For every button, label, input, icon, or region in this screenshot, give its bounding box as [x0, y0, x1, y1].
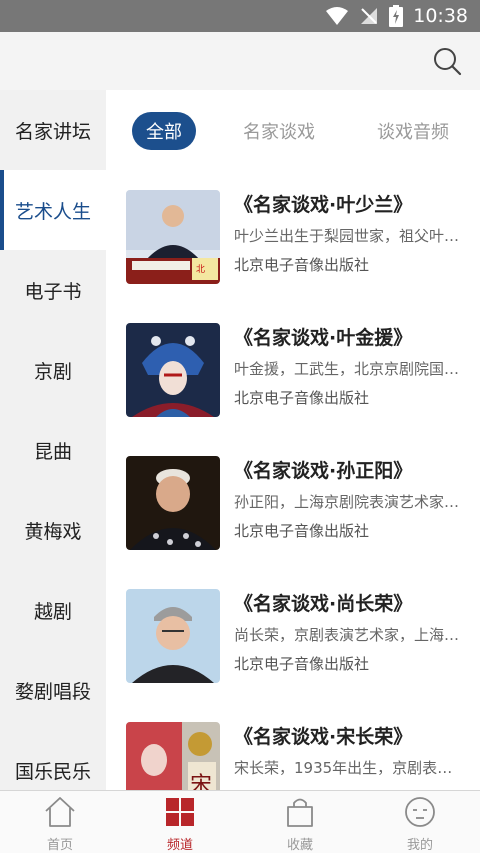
item-publisher: 北京电子音像出版社: [234, 655, 370, 673]
item-description: 宋长荣，1935年出生，京剧表演艺术家: [234, 759, 460, 777]
battery-charging-icon: [389, 5, 404, 27]
top-bar: [0, 32, 480, 90]
nav-mine[interactable]: 我的: [360, 791, 480, 853]
face-icon: [405, 797, 435, 827]
thumbnail-image: 宋: [126, 722, 220, 790]
sidebar-item-jingju[interactable]: 京剧: [0, 330, 106, 410]
item-title: 《名家谈戏·宋长荣》: [234, 726, 413, 748]
item-title: 《名家谈戏·叶金援》: [234, 327, 413, 349]
list-item[interactable]: 北 《名家谈戏·叶少兰》 叶少兰出生于梨园世家，祖父叶春善是富连成社创办人 北京…: [106, 188, 480, 321]
thumbnail-image: [126, 589, 220, 683]
item-description: 尚长荣，京剧表演艺术家，上海京剧院名誉院长: [234, 626, 460, 644]
status-icons: 10:38: [325, 0, 468, 32]
sidebar-item-wuju-changduan[interactable]: 婺剧唱段: [0, 650, 106, 730]
filter-tabs: 全部 名家谈戏 谈戏音频: [106, 90, 480, 172]
program-list: 北 《名家谈戏·叶少兰》 叶少兰出生于梨园世家，祖父叶春善是富连成社创办人 北京…: [106, 188, 480, 790]
tab-tanxi-audio[interactable]: 谈戏音频: [374, 112, 452, 150]
channel-grid-icon: [166, 798, 194, 826]
sidebar-item-huangmeixi[interactable]: 黄梅戏: [0, 490, 106, 570]
bag-icon: [287, 798, 313, 827]
sidebar-item-kunqu[interactable]: 昆曲: [0, 410, 106, 490]
item-description: 孙正阳，上海京剧院表演艺术家，工文丑: [234, 493, 460, 511]
main-content: 全部 名家谈戏 谈戏音频 北 《名家谈戏·叶少兰》 叶少兰出生于梨园世家，祖父叶…: [106, 90, 480, 790]
status-bar: 10:38: [0, 0, 480, 32]
nav-mine-label: 我的: [406, 838, 433, 853]
nav-favorites[interactable]: 收藏: [240, 791, 360, 853]
sidebar-item-guoyue-minyue[interactable]: 国乐民乐: [0, 730, 106, 790]
home-icon: [45, 797, 75, 827]
nav-home-label: 首页: [46, 838, 73, 853]
item-publisher: 北京电子音像出版社: [234, 522, 370, 540]
item-title: 《名家谈戏·孙正阳》: [234, 460, 413, 482]
item-title: 《名家谈戏·尚长荣》: [234, 593, 413, 615]
nav-channel-label: 频道: [166, 838, 193, 853]
tab-all[interactable]: 全部: [132, 112, 196, 150]
thumbnail-image: [126, 323, 220, 417]
sidebar-item-mingjia-jiangtan[interactable]: 名家讲坛: [0, 90, 106, 170]
signal-off-icon: [361, 8, 378, 24]
clock: 10:38: [413, 5, 468, 27]
list-item[interactable]: 《名家谈戏·尚长荣》 尚长荣，京剧表演艺术家，上海京剧院名誉院长 北京电子音像出…: [106, 587, 480, 720]
item-description: 叶金援，工武生，北京京剧院国家一级演员: [234, 360, 460, 378]
thumbnail-image: 北: [126, 190, 220, 284]
thumbnail-image: [126, 456, 220, 550]
bottom-navigation: 首页 频道 收藏 我的: [0, 790, 480, 853]
sidebar-item-ebook[interactable]: 电子书: [0, 250, 106, 330]
list-item[interactable]: 宋 《名家谈戏·宋长荣》 宋长荣，1935年出生，京剧表演艺术家: [106, 720, 480, 790]
item-description: 叶少兰出生于梨园世家，祖父叶春善是富连成社创办人: [234, 227, 460, 245]
tab-mingjia-tanxi[interactable]: 名家谈戏: [240, 112, 318, 150]
nav-home[interactable]: 首页: [0, 791, 120, 853]
wifi-icon: [326, 7, 349, 25]
nav-channel[interactable]: 频道: [120, 791, 240, 853]
list-item[interactable]: 《名家谈戏·孙正阳》 孙正阳，上海京剧院表演艺术家，工文丑 北京电子音像出版社: [106, 454, 480, 587]
category-sidebar: 名家讲坛 艺术人生 电子书 京剧 昆曲 黄梅戏 越剧 婺剧唱段 国乐民乐: [0, 90, 106, 790]
item-title: 《名家谈戏·叶少兰》: [234, 194, 413, 216]
item-publisher: 北京电子音像出版社: [234, 256, 370, 274]
thumbnail-stamp-text: 宋: [190, 773, 212, 790]
search-icon[interactable]: [432, 46, 462, 76]
thumbnail-sign-text: 北: [196, 264, 205, 275]
sidebar-item-yishu-rensheng[interactable]: 艺术人生: [0, 170, 106, 250]
list-item[interactable]: 《名家谈戏·叶金援》 叶金援，工武生，北京京剧院国家一级演员 北京电子音像出版社: [106, 321, 480, 454]
nav-favorites-label: 收藏: [286, 838, 313, 853]
sidebar-item-yueju[interactable]: 越剧: [0, 570, 106, 650]
item-publisher: 北京电子音像出版社: [234, 389, 370, 407]
